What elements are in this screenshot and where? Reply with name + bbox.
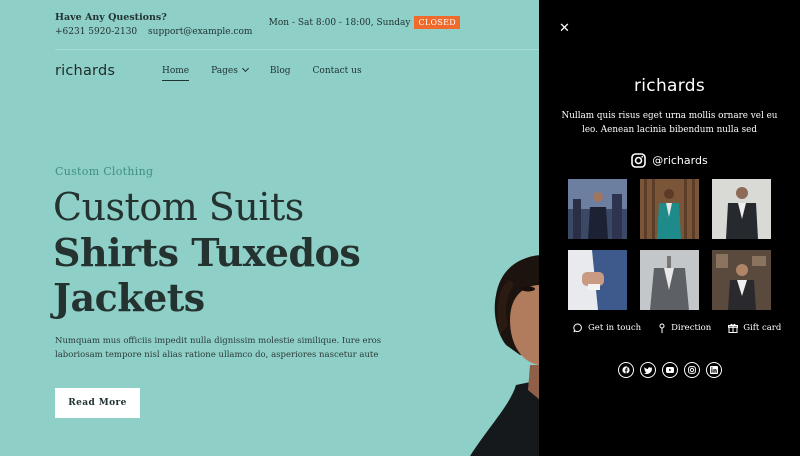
hero-eyebrow: Custom Clothing bbox=[55, 165, 154, 178]
gallery-photo-3[interactable] bbox=[712, 179, 771, 239]
close-icon[interactable]: ✕ bbox=[559, 22, 570, 36]
nav-label: Blog bbox=[269, 66, 291, 76]
twitter-icon[interactable] bbox=[639, 362, 656, 378]
top-info-bar: Have Any Questions? +6231 5920-2130 supp… bbox=[55, 10, 460, 42]
nav-label: Pages bbox=[211, 66, 238, 76]
contact-row: +6231 5920-2130 support@example.com bbox=[55, 27, 252, 37]
site-logo[interactable]: richards bbox=[55, 63, 115, 79]
headline-line-2: Shirts Tuxedos bbox=[53, 230, 361, 275]
email-link[interactable]: support@example.com bbox=[148, 27, 252, 37]
hero-body-text: Numquam mus officiis impedit nulla digni… bbox=[55, 336, 382, 360]
nav-item-home[interactable]: Home bbox=[162, 66, 190, 81]
link-label: Direction bbox=[671, 323, 712, 333]
nav-item-pages[interactable]: Pages bbox=[211, 64, 249, 76]
gallery-photo-6[interactable] bbox=[712, 250, 771, 310]
chat-bubble-icon bbox=[573, 323, 582, 333]
nav-item-blog[interactable]: Blog bbox=[270, 66, 291, 76]
offcanvas-panel: ✕ richards Nullam quis risus eget urna m… bbox=[539, 0, 800, 456]
panel-description: Nullam quis risus eget urna mollis ornar… bbox=[561, 111, 778, 135]
nav-label: Contact us bbox=[312, 66, 362, 76]
direction-link[interactable]: Direction bbox=[658, 323, 711, 333]
chevron-down-icon bbox=[241, 64, 249, 73]
headline-line-1: Custom Suits bbox=[53, 185, 304, 229]
gift-card-link[interactable]: Gift card bbox=[728, 323, 781, 333]
hero-headline: Custom Suits Shirts Tuxedos Jackets bbox=[53, 185, 361, 320]
youtube-icon[interactable] bbox=[661, 362, 678, 378]
gallery-photo-4[interactable] bbox=[568, 250, 627, 310]
link-label: Gift card bbox=[743, 323, 782, 333]
main-nav: Home Pages Blog Contact us bbox=[162, 64, 384, 81]
gallery-photo-2[interactable] bbox=[640, 179, 699, 239]
link-label: Get in touch bbox=[588, 323, 642, 333]
closed-badge: CLOSED bbox=[414, 16, 460, 29]
header-divider bbox=[55, 49, 539, 50]
opening-hours: Mon - Sat 8:00 - 18:00, Sunday CLOSED bbox=[269, 16, 460, 29]
gallery-photo-5[interactable] bbox=[640, 250, 699, 310]
hero-model-image bbox=[470, 255, 540, 456]
instagram-icon bbox=[631, 153, 647, 168]
questions-title: Have Any Questions? bbox=[55, 12, 167, 23]
instagram-handle: @richards bbox=[652, 154, 708, 167]
panel-logo[interactable]: richards bbox=[539, 76, 800, 96]
read-more-button[interactable]: Read More bbox=[55, 388, 140, 418]
get-in-touch-link[interactable]: Get in touch bbox=[573, 323, 641, 333]
panel-links: Get in touch Direction Gift card bbox=[573, 323, 798, 333]
phone-link[interactable]: +6231 5920-2130 bbox=[55, 27, 137, 37]
linkedin-icon[interactable] bbox=[705, 362, 722, 378]
nav-item-contact[interactable]: Contact us bbox=[313, 66, 362, 76]
facebook-icon[interactable] bbox=[617, 362, 634, 378]
map-pin-icon bbox=[659, 323, 665, 333]
social-icons bbox=[539, 362, 800, 378]
headline-line-3: Jackets bbox=[53, 275, 205, 320]
gallery-photo-1[interactable] bbox=[568, 179, 627, 239]
nav-label: Home bbox=[162, 66, 190, 76]
instagram-icon[interactable] bbox=[683, 362, 700, 378]
gift-icon bbox=[728, 323, 739, 333]
instagram-handle-row[interactable]: @richards bbox=[539, 153, 800, 168]
hours-text: Mon - Sat 8:00 - 18:00, Sunday bbox=[268, 17, 411, 28]
